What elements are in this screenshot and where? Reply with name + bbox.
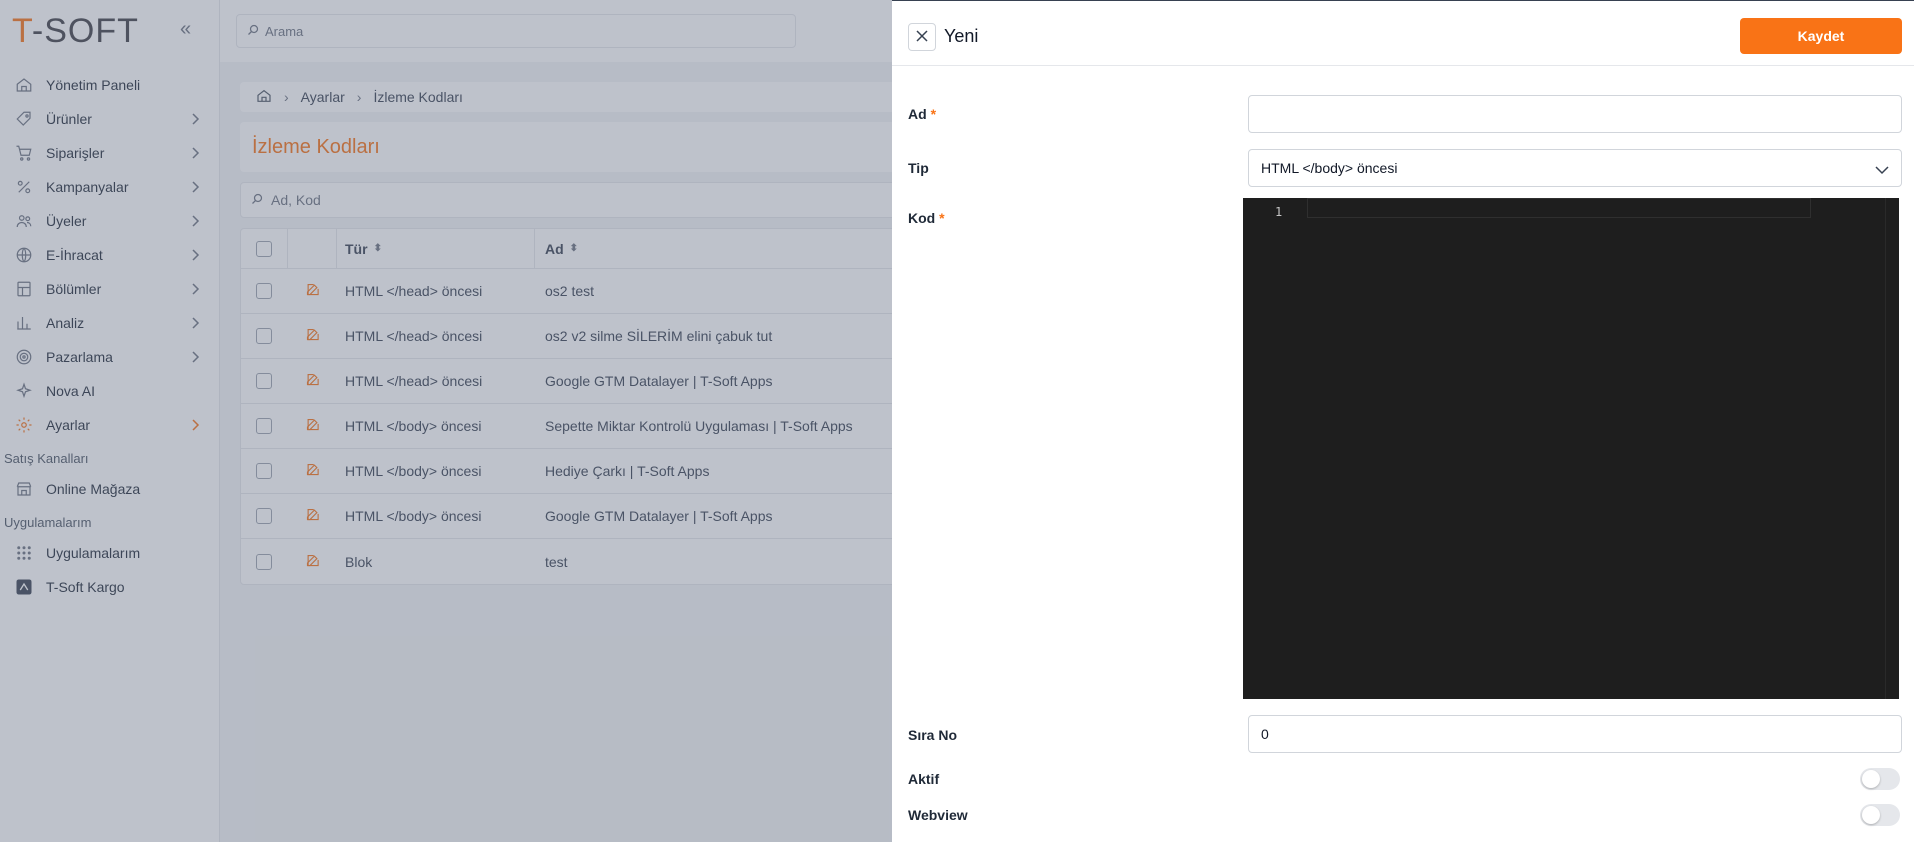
toggle-knob [1862, 806, 1880, 824]
active-toggle[interactable] [1860, 768, 1900, 790]
close-button[interactable] [908, 23, 936, 51]
name-input[interactable] [1248, 95, 1902, 133]
webview-toggle[interactable] [1860, 804, 1900, 826]
save-button[interactable]: Kaydet [1740, 18, 1902, 54]
type-select-value: HTML </body> öncesi [1261, 160, 1398, 176]
current-line-highlight [1307, 198, 1811, 218]
drawer-header: Yeni Kaydet [892, 1, 1914, 66]
drawer-title: Yeni [944, 26, 979, 46]
modal-backdrop[interactable] [0, 0, 892, 842]
editor-scrollbar[interactable] [1885, 198, 1899, 699]
code-label: Kod * [908, 210, 945, 226]
close-icon [916, 29, 928, 45]
code-editor[interactable]: 1 [1243, 198, 1899, 699]
active-label: Aktif [908, 771, 940, 787]
webview-label: Webview [908, 807, 968, 823]
type-label: Tip [908, 160, 929, 176]
line-number: 1 [1275, 205, 1283, 219]
order-label: Sıra No [908, 727, 958, 743]
order-input[interactable]: 0 [1248, 715, 1902, 753]
type-select[interactable]: HTML </body> öncesi [1248, 149, 1902, 187]
chevron-down-icon [1875, 162, 1889, 178]
new-tracking-code-drawer: Yeni Kaydet Ad * Tip HTML </body> öncesi… [892, 0, 1914, 842]
toggle-knob [1862, 770, 1880, 788]
name-label: Ad * [908, 106, 937, 122]
